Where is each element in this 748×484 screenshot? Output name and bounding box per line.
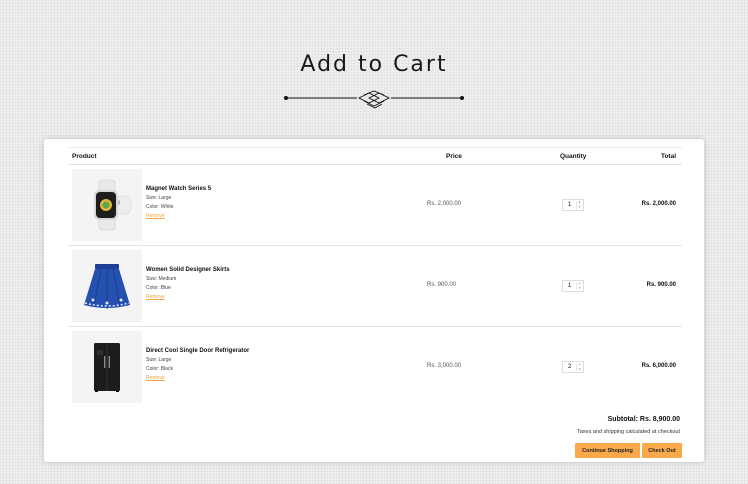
product-info: Direct Cool Single Door Refrigerator Siz… xyxy=(146,348,249,381)
stepper-arrows[interactable]: ▲ ▼ xyxy=(576,200,582,210)
product-color: Color: White xyxy=(146,204,174,210)
refrigerator-image xyxy=(94,343,120,392)
cart-row: Direct Cool Single Door Refrigerator Siz… xyxy=(68,327,682,408)
quantity-value[interactable]: 1 xyxy=(568,202,571,208)
quantity-stepper[interactable]: 1 ▲ ▼ xyxy=(562,199,584,211)
smartwatch-image xyxy=(94,179,132,231)
line-total: Rs. 2,000.00 xyxy=(641,201,676,207)
product-info: Women Solid Designer Skirts Size: Medium… xyxy=(146,267,230,300)
quantity-value[interactable]: 2 xyxy=(568,364,571,370)
quantity-stepper[interactable]: 1 ▲ ▼ xyxy=(562,280,584,292)
product-size: Size: Medium xyxy=(146,276,177,282)
tax-shipping-note: Taxes and shipping calculated at checkou… xyxy=(576,429,680,435)
remove-link[interactable]: Remove xyxy=(146,294,230,300)
decrement-icon[interactable]: ▼ xyxy=(577,286,582,291)
product-name[interactable]: Women Solid Designer Skirts xyxy=(146,267,230,273)
divider-ornament xyxy=(284,90,464,109)
continue-shopping-button[interactable]: Continue Shopping xyxy=(575,443,640,458)
checkout-button[interactable]: Check Out xyxy=(642,443,682,458)
cart-row: Magnet Watch Series 5 Size: Large Color:… xyxy=(68,165,682,246)
line-total: Rs. 6,000.00 xyxy=(641,363,676,369)
product-size: Size: Large xyxy=(146,357,172,363)
remove-link[interactable]: Remove xyxy=(146,213,211,219)
product-price: Rs. 900.00 xyxy=(427,282,457,288)
cart-subtotal: Subtotal: Rs. 8,900.00 xyxy=(607,416,680,423)
cart-table: Product Price Quantity Total Magnet Watc… xyxy=(68,147,682,408)
quantity-value[interactable]: 1 xyxy=(568,283,571,289)
page-title: Add to Cart xyxy=(300,52,448,77)
header-total: Total xyxy=(660,153,676,160)
product-color: Color: Blue xyxy=(146,285,171,291)
product-thumbnail[interactable] xyxy=(72,250,142,322)
cart-row: Women Solid Designer Skirts Size: Medium… xyxy=(68,246,682,327)
header-product: Product xyxy=(72,153,97,160)
product-thumbnail[interactable] xyxy=(72,331,142,403)
product-price: Rs. 2,000.00 xyxy=(427,201,462,207)
quantity-stepper[interactable]: 2 ▲ ▼ xyxy=(562,361,584,373)
skirt-image xyxy=(84,264,130,309)
stepper-arrows[interactable]: ▲ ▼ xyxy=(576,362,582,372)
stepper-arrows[interactable]: ▲ ▼ xyxy=(576,281,582,291)
decrement-icon[interactable]: ▼ xyxy=(577,205,582,210)
line-total: Rs. 900.00 xyxy=(646,282,676,288)
increment-icon[interactable]: ▲ xyxy=(577,200,582,205)
decrement-icon[interactable]: ▼ xyxy=(577,367,582,372)
header-price: Price xyxy=(446,153,462,160)
product-color: Color: Black xyxy=(146,366,173,372)
increment-icon[interactable]: ▲ xyxy=(577,362,582,367)
product-info: Magnet Watch Series 5 Size: Large Color:… xyxy=(146,186,211,219)
cart-panel: Product Price Quantity Total Magnet Watc… xyxy=(44,139,704,462)
product-thumbnail[interactable] xyxy=(72,169,142,241)
product-price: Rs. 3,000.00 xyxy=(427,363,462,369)
header-quantity: Quantity xyxy=(560,153,587,160)
product-size: Size: Large xyxy=(146,195,172,201)
product-name[interactable]: Direct Cool Single Door Refrigerator xyxy=(146,348,249,354)
cart-table-header: Product Price Quantity Total xyxy=(68,147,682,165)
increment-icon[interactable]: ▲ xyxy=(577,281,582,286)
remove-link[interactable]: Remove xyxy=(146,375,249,381)
product-name[interactable]: Magnet Watch Series 5 xyxy=(146,186,211,192)
